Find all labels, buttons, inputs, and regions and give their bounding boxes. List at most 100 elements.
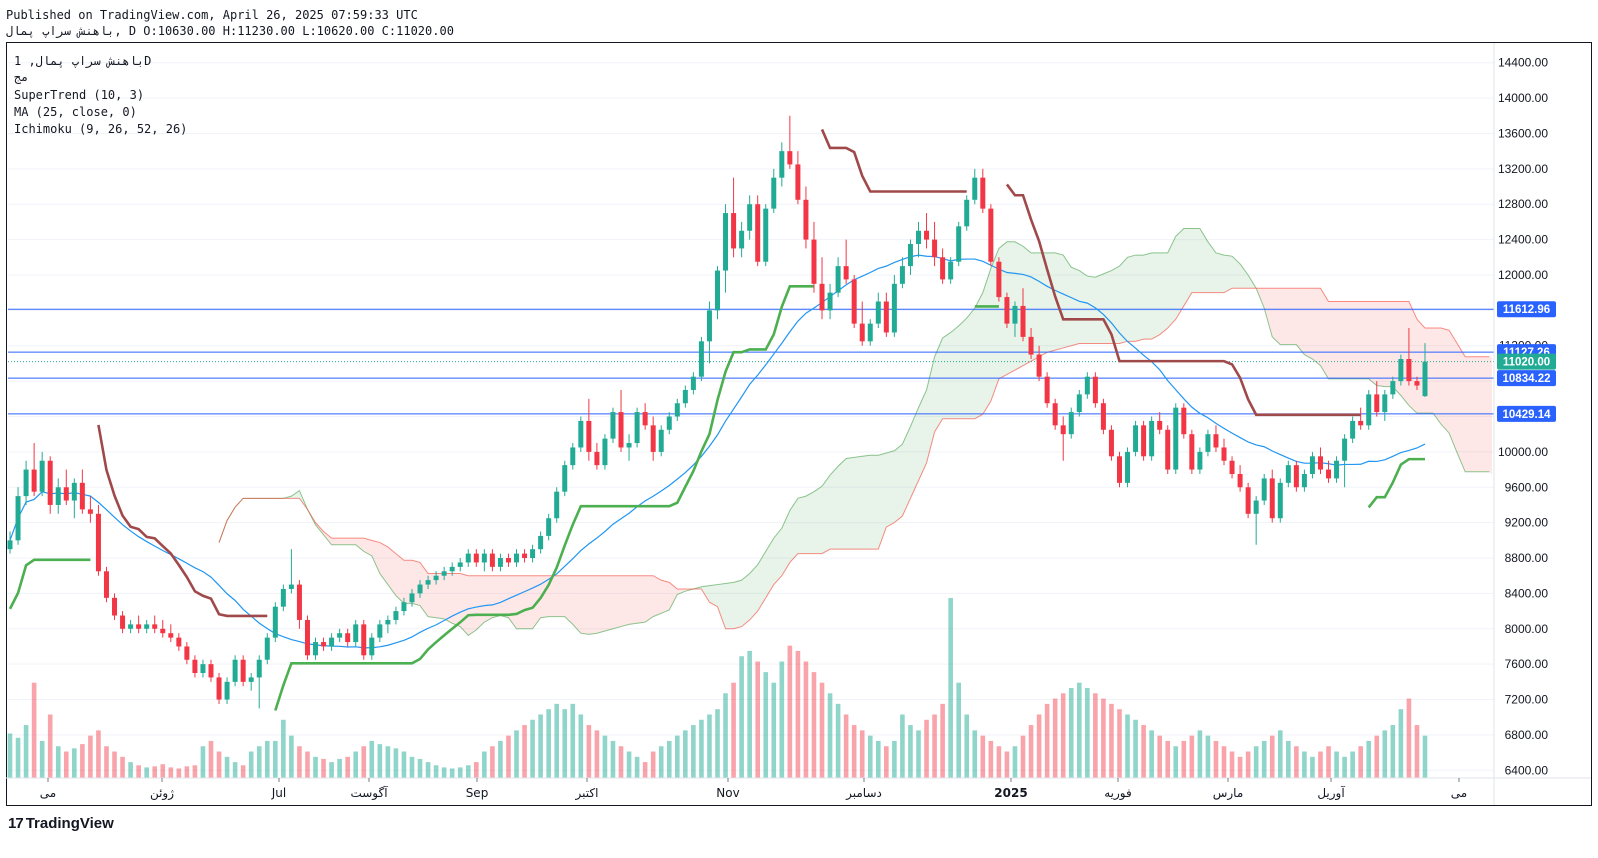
candle-body <box>136 624 142 629</box>
volume-bar <box>305 751 310 778</box>
candle-body <box>345 633 351 643</box>
tradingview-logo[interactable]: 17 TradingView <box>8 815 114 832</box>
volume-bar <box>1398 709 1404 778</box>
candle-body <box>1414 381 1420 386</box>
candle-body <box>1060 425 1066 435</box>
volume-bar <box>940 703 945 778</box>
volume-bar <box>835 703 841 778</box>
candle-body <box>361 624 367 656</box>
volume-bar <box>618 746 624 778</box>
volume-bar <box>200 746 206 778</box>
volume-bar <box>658 746 664 778</box>
candle-body <box>489 553 495 567</box>
volume-bar <box>433 765 439 778</box>
candle-body <box>63 487 69 501</box>
cloud-segment <box>1320 288 1329 379</box>
candle-body <box>296 584 302 620</box>
legend-symbol: باهنش سراپ پمال, 1D <box>14 54 152 68</box>
y-tick-label: 8400.00 <box>1505 586 1549 600</box>
candle-body <box>272 606 278 638</box>
volume-bar <box>1117 709 1122 778</box>
cloud-segment <box>805 491 814 554</box>
x-tick-label: مارس <box>1213 786 1244 801</box>
volume-bar <box>916 730 921 778</box>
cloud-segment <box>468 575 477 636</box>
volume-bar <box>1213 740 1219 778</box>
volume-bar <box>867 735 873 778</box>
volume-bar <box>522 725 527 778</box>
cloud-segment <box>974 292 983 419</box>
legend-ma[interactable]: MA (25, close, 0) <box>14 104 137 120</box>
volume-bar <box>15 737 21 778</box>
candle-body <box>586 420 592 452</box>
candle-body <box>288 584 294 589</box>
volume-bar <box>932 714 937 778</box>
volume-bar <box>273 740 278 778</box>
y-tick-label: 7600.00 <box>1505 657 1549 671</box>
candle-body <box>1052 403 1058 426</box>
volume-bar <box>634 756 640 778</box>
volume-bar <box>610 740 616 778</box>
candle-body <box>915 230 921 245</box>
volume-bar <box>787 645 793 778</box>
x-tick-label: Nov <box>716 786 739 800</box>
cloud-segment <box>1087 276 1096 344</box>
candle-body <box>843 266 849 280</box>
candle-body <box>1133 425 1139 452</box>
volume-bar <box>771 682 777 778</box>
candle-body <box>377 624 383 638</box>
price-tag-label: 10429.14 <box>1503 409 1552 421</box>
legend-supertrend[interactable]: SuperTrend (10, 3) <box>14 87 144 103</box>
volume-bar <box>232 762 238 778</box>
cloud-segment <box>1280 288 1289 345</box>
chart-area[interactable]: 6400.00 6800.00 7200.00 7600.00 8000.00 8400.… <box>0 0 1598 858</box>
candle-body <box>1189 434 1195 470</box>
cloud-segment <box>524 575 533 629</box>
candle-body <box>184 646 190 660</box>
volume-bar <box>996 746 1002 778</box>
volume-bar <box>1181 740 1187 778</box>
cloud-segment <box>870 455 879 550</box>
volume-bar <box>859 730 865 778</box>
cloud-segment <box>830 466 839 550</box>
candle-body <box>1277 482 1283 519</box>
cloud-segment <box>331 538 340 545</box>
candle-body <box>87 509 93 514</box>
volume-bar <box>498 740 503 778</box>
candle-body <box>1213 434 1219 448</box>
x-tick-label: فوریه <box>1104 786 1132 801</box>
cloud-segment <box>1288 288 1297 345</box>
candle-body <box>1125 451 1131 483</box>
cloud-segment <box>1352 301 1361 379</box>
x-tick-label: دسامبر <box>845 786 882 801</box>
volume-bar <box>980 735 986 778</box>
candle-body <box>1253 500 1259 514</box>
candle-body <box>578 420 584 448</box>
volume-bar <box>128 762 133 778</box>
cloud-segment <box>645 575 654 623</box>
candle-body <box>964 199 970 227</box>
volume-bar <box>1036 714 1042 778</box>
cloud-segment <box>1296 288 1305 355</box>
cloud-segment <box>838 458 847 550</box>
candle-body <box>610 412 616 439</box>
candle-body <box>505 558 511 563</box>
volume-bar <box>465 765 471 778</box>
volume-bar <box>96 730 101 778</box>
candle-body <box>883 301 889 333</box>
legend-ichimoku[interactable]: Ichimoku (9, 26, 52, 26) <box>14 121 187 137</box>
cloud-segment <box>1384 301 1393 387</box>
x-tick-label: Jul <box>271 786 286 800</box>
cloud-segment <box>1457 343 1466 472</box>
cloud-segment <box>733 580 742 629</box>
cloud-segment <box>500 575 509 618</box>
candle-body <box>1293 465 1299 488</box>
cloud-segment <box>797 496 806 554</box>
volume-bar <box>884 746 889 778</box>
candle-body <box>248 677 254 682</box>
candle-body <box>1317 456 1323 470</box>
volume-bar <box>1197 730 1203 778</box>
candle-body <box>216 677 222 700</box>
cloud-segment <box>444 573 453 624</box>
candle-body <box>1382 394 1388 413</box>
